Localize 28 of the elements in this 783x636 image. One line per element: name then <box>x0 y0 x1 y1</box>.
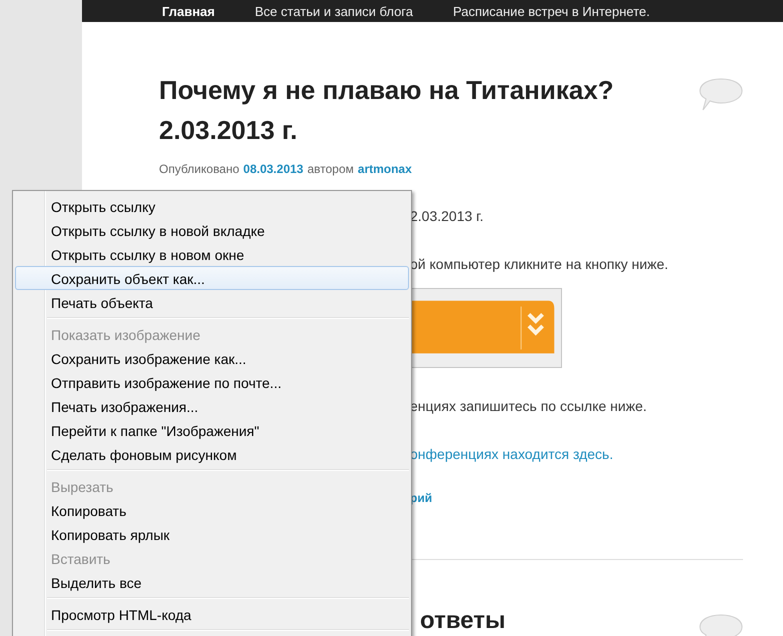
menu-item[interactable]: Копировать ярлык <box>15 522 409 546</box>
body-text: 2.03.2013 г. <box>410 207 484 226</box>
menu-item[interactable]: Открыть ссылку в новом окне <box>15 242 409 266</box>
post-title: Почему я не плаваю на Титаниках? 2.03.2013 г. <box>159 74 615 147</box>
menu-item[interactable]: Выделить все <box>15 570 409 594</box>
menu-item[interactable]: Печать изображения... <box>15 394 409 418</box>
menu-item[interactable]: Просмотр HTML-кода <box>15 602 409 626</box>
menu-item[interactable]: Сохранить объект как... <box>15 266 409 290</box>
post-title: ответы <box>420 606 506 636</box>
menu-item[interactable]: Открыть ссылку <box>15 194 409 218</box>
meta-text: Опубликовано <box>159 162 240 176</box>
body-link[interactable]: онференциях находится здесь. <box>410 442 743 466</box>
download-banner-drawing[interactable] <box>410 288 562 368</box>
menu-item[interactable]: Сохранить изображение как... <box>15 346 409 370</box>
menu-item[interactable]: Печать объекта <box>15 290 409 314</box>
nav-link[interactable]: Расписание встреч в Интернете. <box>453 5 650 22</box>
body-text: енциях запишитесь по ссылке ниже. <box>410 397 648 416</box>
comment-bubble-icon[interactable] <box>699 78 743 112</box>
menu-item[interactable]: Перейти к папке "Изображения" <box>15 418 409 442</box>
nav-link[interactable]: Главная <box>162 5 215 22</box>
nav-link[interactable]: Все статьи и записи блога <box>254 5 413 22</box>
menu-item[interactable]: Отправить изображение по почте... <box>15 370 409 394</box>
meta-link[interactable]: 08.03.2013 <box>243 162 304 176</box>
meta-text: автором <box>307 162 354 176</box>
menu-item[interactable]: Открыть ссылку в новой вкладке <box>15 218 409 242</box>
meta-link[interactable]: artmonax <box>358 162 412 176</box>
menu-item[interactable]: Копировать <box>15 498 409 522</box>
menu-item[interactable]: Сделать фоновым рисунком <box>15 442 409 466</box>
